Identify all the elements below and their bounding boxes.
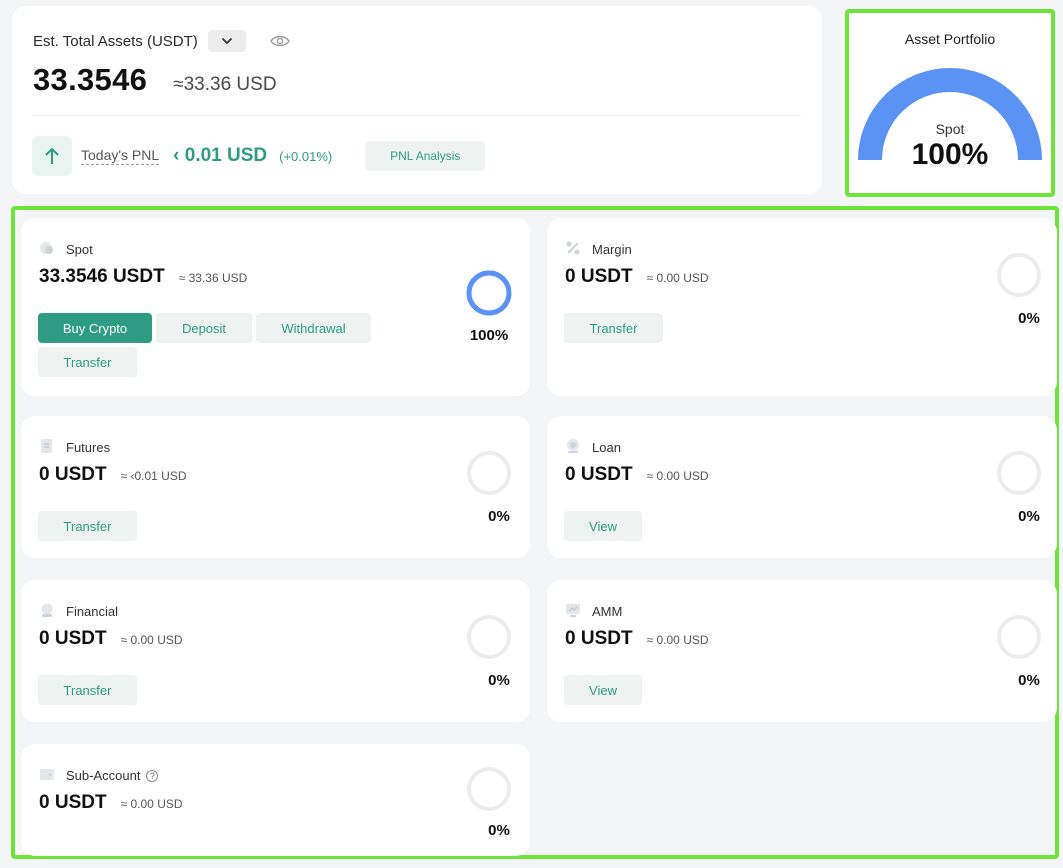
withdrawal-button[interactable]: Withdrawal [256,313,371,343]
account-card-spot: Spot 33.3546 USDT ≈ 33.36 USD Buy Crypto… [21,218,530,396]
account-actions: Transfer [38,511,378,541]
transfer-button[interactable]: Transfer [38,675,137,705]
account-name: Loan [592,440,621,455]
account-name: Financial [66,604,119,619]
account-actions: Transfer [564,313,904,343]
transfer-button[interactable]: Transfer [38,347,137,377]
buy-crypto-button[interactable]: Buy Crypto [38,313,152,343]
gauge-segment-value: 100% [911,138,989,171]
account-approx: ≈ 0.00 USD [646,633,709,647]
total-assets-value-row: 33.3546 ≈33.36 USD [33,62,277,98]
account-card-loan: Loan 0 USDT ≈ 0.00 USD View 0% [547,416,1057,558]
total-assets-label: Est. Total Assets (USDT) [33,32,198,50]
account-amount: 0 USDT [565,464,633,485]
account-actions: Buy Crypto Deposit Withdrawal Transfer [38,313,378,377]
account-amount-row: 0 USDT ≈ 0.00 USD [565,628,709,650]
total-assets-value: 33.3546 [33,62,148,97]
account-percent: 0% [1018,672,1040,689]
document-icon [41,439,52,453]
account-approx: ≈ 0.00 USD [646,271,709,285]
account-name: Margin [592,242,632,257]
loan-share-ring [997,451,1041,495]
account-name: Spot [66,242,93,257]
futures-share-ring [467,451,511,495]
asset-portfolio-title: Asset Portfolio [904,31,996,47]
account-name: AMM [592,604,623,619]
pnl-analysis-button[interactable]: PNL Analysis [365,141,486,171]
divider [33,115,801,116]
account-amount: 0 USDT [39,792,107,813]
total-assets-card: Est. Total Assets (USDT) 33.3546 ≈33.36 … [12,6,822,194]
account-approx: ≈ ‹0.01 USD [120,469,187,483]
piggy-bank-icon [41,603,53,617]
account-approx: ≈ 0.00 USD [646,469,709,483]
percent-icon [566,241,580,255]
account-card-margin: Margin 0 USDT ≈ 0.00 USD Transfer 0% [547,218,1057,396]
account-actions: View [564,511,904,541]
account-amount: 33.3546 USDT [39,266,165,287]
gauge-segment-label: Spot [935,121,965,137]
spot-share-ring [466,270,512,316]
account-card-sub-account: Sub-Account ? 0 USDT ≈ 0.00 USD 0% [21,744,530,856]
eye-icon[interactable] [269,34,290,48]
total-assets-usd: ≈33.36 USD [173,74,277,95]
account-name-text: Sub-Account [66,768,141,783]
pnl-row: Today's PNL ‹ 0.01 USD (+0.01%) PNL Anal… [32,136,486,176]
account-percent: 100% [469,327,509,344]
account-amount: 0 USDT [565,266,633,287]
transfer-button[interactable]: Transfer [38,511,137,541]
account-percent: 0% [488,822,510,839]
account-amount-row: 33.3546 USDT ≈ 33.36 USD [39,266,247,288]
wallet-icon [40,769,54,780]
account-approx: ≈ 0.00 USD [120,633,183,647]
view-button[interactable]: View [564,675,642,705]
todays-pnl-value: ‹ 0.01 USD [173,145,268,166]
spot-icon [40,242,53,254]
asset-portfolio-panel: Asset Portfolio Spot 100% [845,9,1055,197]
account-amount-row: 0 USDT ≈ 0.00 USD [565,464,709,486]
todays-pnl-label[interactable]: Today's PNL [81,147,160,165]
account-approx: ≈ 33.36 USD [178,271,248,285]
chevron-down-icon [221,37,232,45]
financial-share-ring [467,615,511,659]
total-assets-header: Est. Total Assets (USDT) [33,30,290,52]
account-approx: ≈ 0.00 USD [120,797,183,811]
margin-share-ring [997,253,1041,297]
todays-pnl-percent: (+0.01%) [279,148,333,164]
account-percent: 0% [1018,310,1040,327]
transfer-button[interactable]: Transfer [564,313,663,343]
coin-icon [567,439,579,453]
account-amount-row: 0 USDT ≈ 0.00 USD [39,792,183,814]
currency-select-button[interactable] [207,30,246,52]
account-amount-row: 0 USDT ≈ ‹0.01 USD [39,464,187,486]
account-amount: 0 USDT [39,628,107,649]
account-name: Sub-Account ? [66,768,159,783]
account-percent: 0% [488,508,510,525]
account-card-futures: Futures 0 USDT ≈ ‹0.01 USD Transfer 0% [21,416,530,558]
account-name: Futures [66,440,111,455]
account-actions: View [564,675,904,705]
arrow-up-icon [32,136,72,176]
account-amount-row: 0 USDT ≈ 0.00 USD [565,266,709,288]
account-amount: 0 USDT [39,464,107,485]
account-amount-row: 0 USDT ≈ 0.00 USD [39,628,183,650]
accounts-grid: Spot 33.3546 USDT ≈ 33.36 USD Buy Crypto… [11,206,1059,859]
amm-share-ring [997,615,1041,659]
account-actions: Transfer [38,675,378,705]
monitor-icon [566,604,580,617]
view-button[interactable]: View [564,511,642,541]
account-card-amm: AMM 0 USDT ≈ 0.00 USD View 0% [547,580,1057,722]
account-percent: 0% [1018,508,1040,525]
account-card-financial: Financial 0 USDT ≈ 0.00 USD Transfer 0% [21,580,530,722]
help-icon[interactable]: ? [146,769,159,782]
account-amount: 0 USDT [565,628,633,649]
deposit-button[interactable]: Deposit [156,313,252,343]
spot-share-ring-fill [466,270,512,316]
account-percent: 0% [488,672,510,689]
sub-account-share-ring [467,767,511,811]
